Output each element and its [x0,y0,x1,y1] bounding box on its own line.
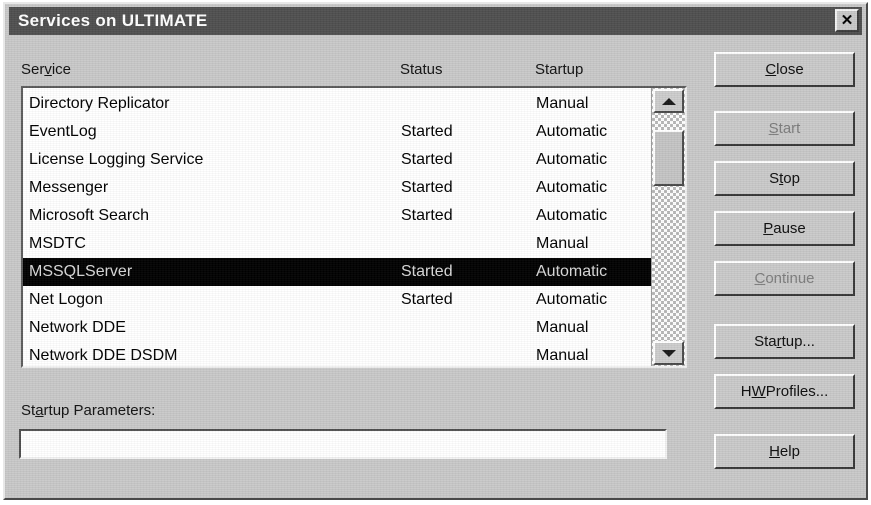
buttons.6.accel: W [751,383,766,400]
cell-service-name: Net Logon [29,291,103,308]
scrollbar-thumb[interactable] [653,130,684,186]
cell-service-name: EventLog [29,123,97,140]
stop-button[interactable]: St op [714,161,855,196]
close-glyph: ✕ [840,12,854,29]
cell-startup: Automatic [536,151,608,168]
buttons.0.post: lose [776,61,804,78]
buttons.6.post: Profiles... [765,383,829,400]
column-header-status[interactable]: Status [400,61,443,78]
cell-startup: Automatic [536,123,608,140]
buttons.4.accel: C [754,270,766,287]
pause-button[interactable]: Pause [714,211,855,246]
services-list[interactable]: Directory Replicator Manual EventLog Starte… [21,86,687,368]
title-bar: Services on ULTIMATE ✕ [9,7,862,35]
table-row[interactable]: Directory Replicator Manual [23,90,651,118]
arrow-down-glyph [661,349,676,357]
cell-service-name: Messenger [29,179,109,196]
cell-service-name: MSSQLServer [29,263,133,280]
cell-startup: Automatic [536,263,608,280]
column-header-service[interactable]: Service [21,61,71,78]
cell-service-name: Microsoft Search [29,207,150,224]
buttons.5.pre: Sta [754,333,777,350]
cell-status: Started [401,151,453,168]
arrow-up-glyph [661,97,676,105]
cell-status: Started [401,123,453,140]
scroll-up-arrow-icon[interactable] [653,89,684,113]
params-label-accel: a [35,402,44,419]
help-button[interactable]: Help [714,434,855,469]
cell-status: Started [401,207,453,224]
services-list-rows: Directory Replicator Manual EventLog Starte… [23,90,651,366]
table-row[interactable]: MSSQLServer Started Automatic [23,258,651,286]
buttons.2.pre: S [769,170,780,187]
params-label-pre: St [21,402,36,419]
table-row[interactable]: MSDTC Manual [23,230,651,258]
vertical-scrollbar[interactable] [651,88,685,366]
startup-parameters-label: Startup Parameters: [21,402,155,419]
table-row[interactable]: Network DDE DSDM Manual [23,342,651,366]
buttons.4.post: ontinue [765,270,815,287]
header-service-post: ice [51,61,72,78]
services-dialog: Services on ULTIMATE ✕ Service Status St… [3,2,868,500]
buttons.2.post: op [783,170,800,187]
buttons.7.accel: H [769,443,780,460]
table-row[interactable]: Messenger Started Automatic [23,174,651,202]
hw-profiles-button[interactable]: HW Profiles... [714,374,855,409]
cell-status: Started [401,179,453,196]
continue-button[interactable]: Continue [714,261,855,296]
startup-parameters-input[interactable] [19,429,667,459]
startup-button[interactable]: Sta r tup... [714,324,855,359]
table-row[interactable]: Microsoft Search Started Automatic [23,202,651,230]
close-icon[interactable]: ✕ [835,9,859,32]
buttons.3.post: ause [773,220,806,237]
close-button[interactable]: Close [714,52,855,87]
cell-startup: Manual [536,235,589,252]
buttons.5.post: tup... [781,333,815,350]
cell-startup: Manual [536,95,589,112]
cell-service-name: Network DDE DSDM [29,347,178,364]
params-label-post: rtup Parameters: [43,402,156,419]
window-title: Services on ULTIMATE [18,11,208,30]
cell-service-name: Directory Replicator [29,95,170,112]
table-row[interactable]: EventLog Started Automatic [23,118,651,146]
cell-status: Started [401,291,453,308]
cell-startup: Manual [536,347,589,364]
cell-startup: Automatic [536,207,608,224]
cell-startup: Manual [536,319,589,336]
buttons.0.accel: C [765,61,777,78]
buttons.1.accel: S [768,120,779,137]
table-row[interactable]: Net Logon Started Automatic [23,286,651,314]
buttons.1.post: tart [778,120,801,137]
header-service-accel: v [44,61,52,78]
table-row[interactable]: Network DDE Manual [23,314,651,342]
start-button[interactable]: Start [714,111,855,146]
scroll-down-arrow-icon[interactable] [653,341,684,365]
header-service-pre: Ser [21,61,45,78]
cell-startup: Automatic [536,179,608,196]
buttons.3.accel: P [763,220,774,237]
column-header-startup[interactable]: Startup [535,61,583,78]
cell-service-name: MSDTC [29,235,86,252]
cell-status: Started [401,263,453,280]
table-row[interactable]: License Logging Service Started Automatic [23,146,651,174]
cell-service-name: License Logging Service [29,151,204,168]
buttons.7.post: elp [779,443,800,460]
cell-startup: Automatic [536,291,608,308]
buttons.6.pre: H [740,383,752,400]
cell-service-name: Network DDE [29,319,126,336]
